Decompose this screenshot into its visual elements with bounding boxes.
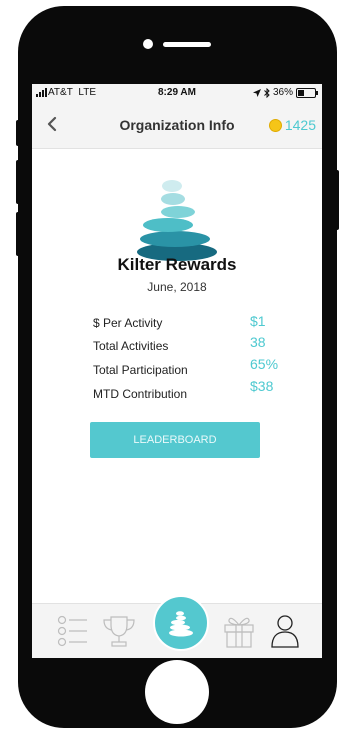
app-screen: AT&T LTE 8:29 AM 36% Organization Info 1… <box>32 84 322 658</box>
earpiece-speaker <box>163 42 211 47</box>
leaderboard-button[interactable]: LEADERBOARD <box>90 422 260 458</box>
location-arrow-icon <box>252 88 261 97</box>
points-balance: 1425 <box>268 117 316 133</box>
stat-label-per-activity: $ Per Activity <box>93 316 163 330</box>
stat-label-total-activities: Total Activities <box>93 339 169 353</box>
stat-value-total-participation: 65% <box>250 356 279 372</box>
phone-side-button <box>16 212 20 256</box>
home-button[interactable] <box>145 660 209 724</box>
gift-icon[interactable] <box>219 611 259 651</box>
navigation-bar: Organization Info 1425 <box>32 102 322 149</box>
phone-side-button <box>335 170 339 230</box>
points-value: 1425 <box>284 117 316 133</box>
front-camera <box>143 39 153 49</box>
stat-value-per-activity: $1 <box>250 313 266 329</box>
stacked-stones-logo-icon <box>137 180 217 261</box>
stat-value-total-activities: 38 <box>250 334 266 350</box>
organization-name: Kilter Rewards <box>117 255 237 274</box>
phone-side-button <box>16 160 20 204</box>
stones-icon <box>169 611 193 637</box>
status-bar: AT&T LTE 8:29 AM 36% <box>32 84 322 102</box>
home-stones-tab[interactable] <box>153 595 209 651</box>
battery-percent: 36% <box>272 87 293 98</box>
bluetooth-icon <box>264 87 270 98</box>
coin-icon <box>268 118 282 132</box>
stat-label-total-participation: Total Participation <box>93 363 188 377</box>
organization-date: June, 2018 <box>147 280 207 294</box>
stat-value-mtd-contribution: $38 <box>250 378 274 394</box>
battery-icon <box>296 87 318 98</box>
stat-label-mtd-contribution: MTD Contribution <box>93 387 188 401</box>
list-icon[interactable] <box>54 611 94 651</box>
profile-icon[interactable] <box>265 611 305 651</box>
trophy-icon[interactable] <box>99 611 139 651</box>
tab-bar <box>32 595 322 658</box>
phone-side-button <box>16 120 20 146</box>
